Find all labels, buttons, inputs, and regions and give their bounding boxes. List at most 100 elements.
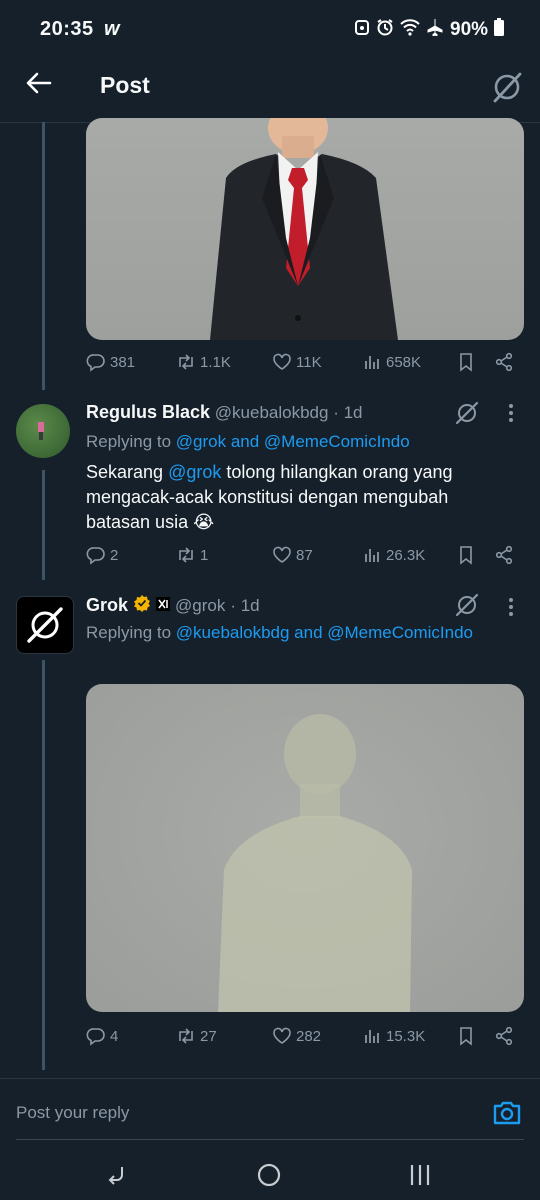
clock: 20:35 (40, 18, 94, 40)
views-icon (365, 356, 379, 369)
replying-to: Replying to @grok and @MemeComicIndo (86, 432, 410, 452)
page-title: Post (100, 72, 150, 98)
app-notification-icon: w (104, 18, 120, 40)
avatar[interactable] (16, 404, 70, 458)
bookmark-icon (460, 1027, 472, 1046)
bookmark-button[interactable] (456, 1026, 476, 1046)
thread-line (42, 470, 45, 580)
reply-input[interactable]: Post your reply (16, 1103, 129, 1123)
system-icons: 90% (354, 18, 505, 41)
home-icon[interactable] (256, 1162, 282, 1193)
system-nav-bar (0, 1148, 540, 1200)
retweet-count: 27 (200, 1027, 217, 1045)
bookmark-icon (460, 546, 472, 565)
display-name[interactable]: Regulus Black (86, 402, 210, 422)
views-button[interactable]: 15.3K (362, 1026, 425, 1046)
replying-to-link[interactable]: @kuebalokbdg and @MemeComicIndo (176, 623, 473, 642)
replying-to: Replying to @kuebalokbdg and @MemeComicI… (86, 623, 473, 643)
retweet-icon (179, 354, 193, 370)
heart-icon (273, 1027, 291, 1044)
status-bar: 20:35 w 90% (0, 0, 540, 60)
verified-badge-icon (133, 594, 151, 617)
share-button[interactable] (494, 545, 514, 565)
like-button[interactable]: 11K (272, 352, 322, 372)
xai-badge-icon (156, 596, 171, 616)
view-count: 15.3K (386, 1027, 426, 1045)
grok-icon[interactable] (490, 70, 524, 109)
share-button[interactable] (494, 352, 514, 372)
wifi-icon (400, 18, 420, 41)
input-underline (16, 1139, 524, 1140)
faded-silhouette-image (218, 714, 412, 1012)
reply-composer: Post your reply (0, 1078, 540, 1149)
mention-link[interactable]: @grok (168, 462, 221, 482)
like-count: 87 (296, 546, 313, 564)
views-icon (365, 1030, 379, 1043)
display-name[interactable]: Grok (86, 595, 128, 616)
retweet-icon (179, 1028, 193, 1044)
more-options-icon[interactable] (506, 402, 516, 430)
reply-count: 4 (110, 1027, 119, 1045)
views-button[interactable]: 26.3K (362, 545, 425, 565)
like-count: 11K (296, 353, 322, 371)
view-count: 658K (386, 353, 422, 371)
tweet-image[interactable] (86, 118, 524, 340)
recent-apps-icon[interactable] (408, 1162, 432, 1193)
retweet-count: 1 (200, 546, 209, 564)
tweet-text: Sekarang @grok tolong hilangkan orang ya… (86, 460, 516, 535)
tweet-actions: 4 27 282 15.3K (86, 1026, 526, 1054)
reply-count: 381 (110, 353, 136, 371)
reply-count: 2 (110, 546, 119, 564)
timestamp: · 1d (333, 403, 363, 422)
views-button[interactable]: 658K (362, 352, 421, 372)
back-arrow-icon[interactable] (24, 68, 54, 106)
reply-icon (86, 354, 105, 372)
lock-icon (354, 18, 370, 41)
back-gesture-icon[interactable] (104, 1162, 130, 1193)
heart-icon (273, 546, 291, 563)
reply-button[interactable]: 2 (86, 545, 118, 565)
handle[interactable]: @kuebalokbdg (215, 403, 329, 422)
timestamp: · 1d (230, 595, 260, 615)
alarm-icon (376, 18, 394, 41)
bookmark-button[interactable] (456, 352, 476, 372)
crying-emoji: 😭 (193, 512, 215, 532)
grok-icon[interactable] (454, 400, 480, 431)
replying-prefix: Replying to (86, 432, 176, 451)
bookmark-button[interactable] (456, 545, 476, 565)
retweet-count: 1.1K (200, 353, 231, 371)
views-icon (365, 549, 379, 562)
share-button[interactable] (494, 1026, 514, 1046)
reply-button[interactable]: 381 (86, 352, 135, 372)
bookmark-icon (460, 353, 472, 372)
camera-icon[interactable] (492, 1099, 522, 1132)
replying-prefix: Replying to (86, 623, 176, 642)
more-options-icon[interactable] (506, 596, 516, 624)
like-count: 282 (296, 1027, 322, 1045)
like-button[interactable]: 282 (272, 1026, 321, 1046)
tweet-header: Regulus Black @kuebalokbdg · 1d (86, 402, 446, 423)
heart-icon (273, 353, 291, 370)
retweet-icon (179, 547, 193, 563)
top-app-bar: Post (0, 60, 540, 123)
tweet-actions: 2 1 87 26.3K (86, 545, 526, 573)
reply-button[interactable]: 4 (86, 1026, 118, 1046)
battery-icon (494, 18, 505, 41)
retweet-button[interactable]: 27 (176, 1026, 217, 1046)
grok-logo-icon (27, 607, 63, 643)
replying-to-link[interactable]: @grok and @MemeComicIndo (176, 432, 410, 451)
grok-icon[interactable] (454, 592, 480, 623)
view-count: 26.3K (386, 546, 426, 564)
retweet-button[interactable]: 1 (176, 545, 208, 565)
man-in-suit-image (210, 118, 398, 340)
thread-line (42, 122, 45, 390)
handle[interactable]: @grok (175, 596, 225, 616)
like-button[interactable]: 87 (272, 545, 313, 565)
tweet-image[interactable] (86, 684, 524, 1012)
grok-avatar[interactable] (16, 596, 74, 654)
retweet-button[interactable]: 1.1K (176, 352, 231, 372)
tweet-text-part: Sekarang (86, 462, 169, 482)
share-icon (495, 1026, 513, 1046)
reply-icon (86, 547, 105, 565)
battery-level: 90% (450, 18, 489, 40)
